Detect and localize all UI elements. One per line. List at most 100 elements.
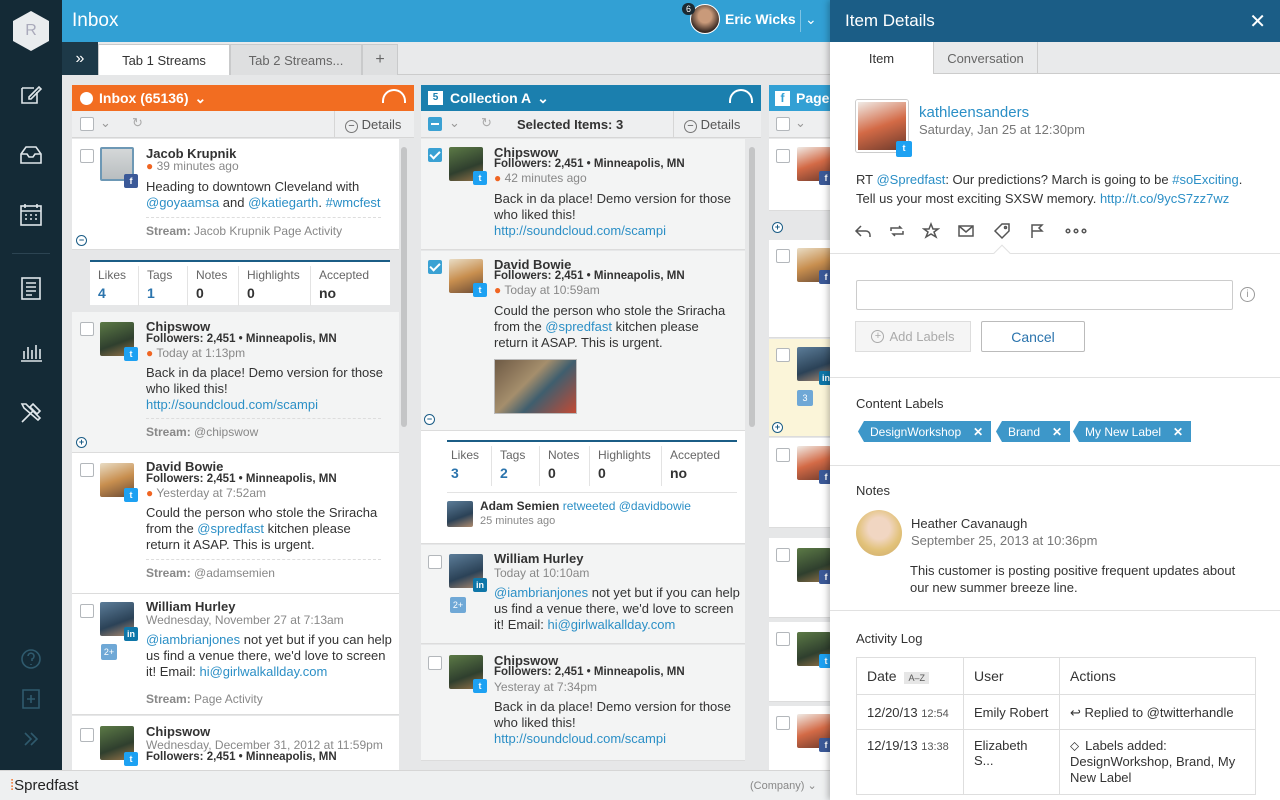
star-icon[interactable] [921,221,941,240]
mention-link[interactable]: @goyaamsa [146,195,219,210]
mention-link[interactable]: @spredfast [545,319,612,334]
list-item[interactable]: f [769,240,839,338]
close-icon[interactable]: ✕ [1249,9,1266,34]
note-author-avatar[interactable] [856,510,902,556]
remove-label-icon[interactable]: ✕ [1052,425,1062,439]
email-link[interactable]: hi@girlwalkallday.com [547,617,675,632]
collapse-stats-icon[interactable]: − [76,235,87,246]
list-item[interactable]: f [769,706,839,770]
notes-stat[interactable]: Notes 0 [539,446,579,486]
add-tab-button[interactable]: + [362,44,398,75]
item-checkbox[interactable] [776,448,790,462]
reply-icon[interactable] [854,222,872,240]
sort-button[interactable]: A–Z [904,672,929,684]
collapse-stats-icon[interactable]: − [424,414,435,425]
item-checkbox[interactable] [776,548,790,562]
item-checkbox[interactable] [428,260,442,274]
author-handle[interactable]: kathleensanders [919,104,1029,121]
mention-link[interactable]: @iambrianjones [146,632,240,647]
notification-badge[interactable]: 6 [682,3,696,15]
tab-item[interactable]: Item [830,42,934,74]
label-tag[interactable]: Brand ✕ [996,421,1071,442]
user-menu[interactable]: 6 Eric Wicks [682,3,796,34]
collection-title[interactable]: Collection A [450,90,531,106]
select-all-checkbox[interactable] [428,117,442,131]
highlights-stat[interactable]: Highlights 0 [238,266,300,306]
retweet-handle[interactable]: @davidbowie [619,499,691,513]
mention-link[interactable]: @iambrianjones [494,585,588,600]
refresh-icon[interactable]: ↻ [132,115,143,131]
page-title-label[interactable]: Page [796,90,829,106]
tools-icon[interactable] [16,398,46,428]
more-people-badge[interactable]: 2+ [101,644,117,660]
item-checkbox[interactable] [80,728,94,742]
hashtag-link[interactable]: #wmcfest [326,195,381,210]
item-checkbox[interactable] [80,604,94,618]
list-item[interactable]: t Chipswow Followers: 2,451 • Minneapoli… [421,139,745,250]
compose-icon[interactable] [16,79,46,109]
item-checkbox[interactable] [776,348,790,362]
details-toggle[interactable]: − Details [673,111,740,138]
item-checkbox[interactable] [428,148,442,162]
tab-2-streams[interactable]: Tab 2 Streams... [230,44,362,75]
post-link[interactable]: http://soundcloud.com/scampi [494,731,666,746]
author-name[interactable]: William Hurley [146,599,235,614]
list-item[interactable]: t Chipswow Followers: 2,451 • Minneapoli… [421,645,745,761]
item-checkbox[interactable] [776,249,790,263]
flag-icon[interactable] [1028,222,1046,240]
list-item[interactable]: t Chipswow Followers: 2,451 • Minneapoli… [72,312,399,453]
list-icon[interactable] [16,273,46,303]
chevron-down-icon[interactable]: ⌄ [795,115,806,131]
tab-conversation[interactable]: Conversation [934,42,1038,74]
likes-stat[interactable]: Likes 3 [451,442,479,481]
notes-stat[interactable]: Notes 0 [187,266,227,306]
cancel-button[interactable]: Cancel [981,321,1085,352]
tags-stat[interactable]: Tags 1 [138,266,172,306]
list-item[interactable]: t David Bowie Followers: 2,451 • Minneap… [421,251,745,431]
item-checkbox[interactable] [80,322,94,336]
calendar-icon[interactable] [16,200,46,230]
retweet-icon[interactable] [888,222,906,240]
avatar[interactable] [447,501,473,527]
analytics-icon[interactable] [16,336,46,366]
hashtag-link[interactable]: #soExciting [1172,172,1238,187]
inbox-icon[interactable] [16,140,46,170]
help-icon[interactable] [16,644,46,674]
remove-label-icon[interactable]: ✕ [973,425,983,439]
list-item[interactable]: t Chipswow Wednesday, December 31, 2012 … [72,716,399,770]
list-item[interactable]: t [769,622,839,702]
mention-link[interactable]: @spredfast [197,521,264,536]
item-checkbox[interactable] [776,149,790,163]
collection-scrollbar[interactable] [749,147,755,427]
user-name[interactable]: Eric Wicks [725,11,796,27]
expand-stats-icon[interactable]: + [772,422,783,433]
add-labels-button[interactable]: + Add Labels [855,321,971,352]
select-all-checkbox[interactable] [776,117,790,131]
double-chevron-right-icon[interactable]: » [62,42,98,75]
list-item[interactable]: f Jacob Krupnik ● 39 minutes ago Heading… [72,139,399,250]
expand-stats-icon[interactable]: + [76,437,87,448]
chevron-down-icon[interactable]: ⌄ [449,115,460,131]
refresh-gauge-icon[interactable] [382,89,406,103]
info-icon[interactable]: i [1240,287,1255,302]
inbox-title[interactable]: Inbox (65136) [99,90,188,106]
inbox-scrollbar[interactable] [401,147,407,427]
post-link[interactable]: http://t.co/9ycS7zz7wz [1100,191,1229,206]
refresh-icon[interactable]: ↻ [481,115,492,131]
chevron-down-icon[interactable]: ⌄ [100,115,111,131]
tab-1-streams[interactable]: Tab 1 Streams [98,44,230,75]
post-image[interactable] [494,359,577,414]
item-checkbox[interactable] [776,632,790,646]
highlights-stat[interactable]: Highlights 0 [589,446,651,486]
item-checkbox[interactable] [80,463,94,477]
details-toggle[interactable]: − Details [334,111,401,138]
mention-link[interactable]: @katiegarth [248,195,318,210]
chevron-down-icon[interactable]: ⌄ [194,90,206,107]
date-column-header[interactable]: Date A–Z [856,657,964,695]
author-name[interactable]: David Bowie [146,459,223,474]
app-logo[interactable]: R [13,11,49,51]
chevron-down-icon[interactable]: ⌄ [805,11,817,28]
list-item[interactable]: f [769,139,839,211]
likes-stat[interactable]: Likes 4 [98,262,126,301]
label-icon[interactable] [993,222,1011,240]
